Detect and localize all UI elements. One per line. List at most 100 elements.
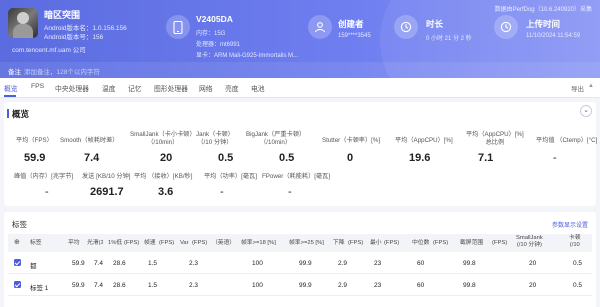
column-header[interactable]: (FPS) [348, 240, 363, 247]
table-header: ⊕ 标签 平均 光滑(ｽ 1%低 (FPS) 帧速 (FPS) Var (FPS… [8, 234, 592, 252]
tab-cpu[interactable]: 中央处理器 [55, 83, 89, 93]
metric-label: FPower（耗能耗）[毫瓦] [262, 173, 331, 180]
export-button[interactable]: 导出 [571, 83, 584, 93]
row-checkbox[interactable] [14, 259, 21, 266]
table-row[interactable]: 都 59.9 7.4 28.6 1.5 2.3 100 99.9 2.9 23 … [8, 252, 592, 274]
metric-tabs: 概览 FPS 中央处理器 温度 记忆 图形处理器 网络 亮度 电池 导出 ▲ [0, 78, 600, 98]
metric-label: 平均值 （Ctemp）[°C] [536, 137, 598, 144]
table-cell: 28.6 [113, 260, 126, 267]
column-header[interactable]: 卡顿 (/10 [569, 235, 581, 249]
table-cell: 99.9 [299, 282, 312, 289]
upload-title: 上传时间 [526, 19, 561, 29]
tab-brightness[interactable]: 亮度 [225, 83, 239, 93]
column-header[interactable]: 帧率>=18 [%] [241, 240, 276, 247]
column-header[interactable]: SmallJank (/10 分钟) [516, 235, 543, 249]
table-cell: 60 [417, 260, 425, 267]
column-header[interactable]: 最小 [370, 240, 382, 247]
table-cell: 59.9 [72, 260, 85, 267]
tab-temperature[interactable]: 温度 [102, 83, 116, 93]
column-header[interactable]: 1%低 [108, 240, 122, 247]
column-header[interactable]: (FPS) [492, 240, 507, 247]
app-package: com.tencent.mf.uam 公司 [12, 47, 86, 54]
tab-battery[interactable]: 电池 [251, 83, 265, 93]
chevron-up-icon[interactable]: ▲ [588, 83, 596, 92]
upload-value: 11/10/2024 11:54:59 [526, 33, 581, 39]
tags-title: 标签 [12, 220, 27, 229]
metric-label: 发送 [KB/10 分钟] [82, 173, 131, 180]
table-cell: 2.9 [338, 260, 348, 267]
table-cell: 0.5 [573, 260, 583, 267]
device-gpu: 显卡：ARM Mali-G925-Immortalis M... [196, 53, 299, 59]
table-cell: 20 [529, 260, 537, 267]
table-cell: 2.3 [189, 260, 199, 267]
app-icon [8, 8, 38, 38]
display-settings-link[interactable]: 参数显示设置 [552, 220, 588, 229]
metric-value: 0.5 [218, 152, 234, 164]
duration-value: 0 小时 21 分 2 秒 [426, 36, 472, 42]
user-icon [308, 15, 332, 39]
tab-memory[interactable]: 记忆 [128, 83, 142, 93]
table-cell: 100 [252, 282, 263, 289]
table-cell: 28.6 [113, 282, 126, 289]
tab-active-indicator [4, 95, 16, 97]
metric-label: 峰值（内存）[兆字节] [14, 173, 74, 180]
overview-card: 概览 ⌄ 平均（FPS） Smooth（帧耗时差） SmallJank（卡小卡顿… [4, 102, 598, 206]
column-header[interactable]: 帧率>=25 [%] [289, 240, 324, 247]
table-cell: 7.4 [94, 260, 104, 267]
table-row[interactable]: 标签 1 59.9 7.4 28.6 1.5 2.3 100 99.9 2.9 … [8, 274, 592, 296]
column-header[interactable]: 标签 [30, 240, 42, 247]
metric-value: 3.6 [158, 186, 174, 198]
tab-network[interactable]: 网络 [199, 83, 213, 93]
column-header[interactable]: (FPS) [159, 240, 174, 247]
column-header[interactable]: 截屏范围 [460, 240, 483, 247]
remark-input[interactable]: 添加备注，128个以内字符 [24, 66, 100, 76]
table-cell: 99.8 [463, 260, 476, 267]
metric-value: 0 [347, 152, 354, 164]
tab-fps[interactable]: FPS [31, 83, 44, 90]
column-header[interactable]: 平均 [68, 240, 80, 247]
perfdog-version-link[interactable]: 数据由PerfDog（10.6.240920）采集 [495, 4, 592, 13]
overview-title: 概览 [6, 109, 30, 119]
metric-value: 59.9 [24, 152, 46, 164]
table-cell: 59.9 [72, 282, 85, 289]
column-header[interactable]: 帧速 [144, 240, 156, 247]
column-header[interactable]: Var [180, 240, 189, 247]
metric-label: Jank（卡顿） （/10 分钟） [196, 131, 234, 146]
metric-value: 19.6 [409, 152, 431, 164]
metric-value: 7.1 [478, 152, 494, 164]
metric-label: 平均（功率）[毫瓦] [204, 173, 257, 180]
remark-label: 备注 [8, 69, 21, 76]
table-cell: 2.3 [189, 282, 199, 289]
column-header[interactable]: (FPS) [384, 240, 399, 247]
expand-icon[interactable]: ⊕ [14, 239, 20, 246]
table-cell: 2.9 [338, 282, 348, 289]
metric-label: SmallJank（卡小卡顿） （/10min） [130, 131, 196, 146]
app-info: 暗区突围 Android版本名：1.0.156.156 Android版本号：1… [8, 8, 158, 68]
metric-label: 平均（AppCPU）[%] 总比例 [466, 131, 524, 146]
metric-label: Stutter（卡顿率）[%] [322, 137, 381, 144]
row-label: 标签 1 [30, 285, 49, 292]
column-header[interactable]: 光滑(ｽ [87, 240, 103, 247]
column-header[interactable]: （英语） [212, 240, 235, 247]
metric-value: 0.5 [279, 152, 295, 164]
column-header[interactable]: 中位数 [412, 240, 429, 247]
column-header[interactable]: (FPS) [433, 240, 448, 247]
column-header[interactable]: (FPS) [192, 240, 207, 247]
table-cell: 60 [417, 282, 425, 289]
row-checkbox[interactable] [14, 281, 21, 288]
table-cell: 99.9 [299, 260, 312, 267]
collapse-toggle[interactable]: ⌄ [580, 105, 592, 117]
column-header[interactable]: 下降 [333, 240, 345, 247]
table-cell: 7.4 [94, 282, 104, 289]
tab-overview[interactable]: 概览 [4, 83, 18, 93]
upload-time-icon [494, 15, 518, 39]
column-header[interactable]: (FPS) [124, 240, 139, 247]
metric-label: 平均 （接收）[KB/秒] [134, 173, 193, 180]
app-version-code: Android版本号：156 [44, 34, 104, 41]
creator-title: 创建者 [338, 19, 364, 29]
table-cell: 99.8 [463, 282, 476, 289]
duration-title: 时长 [426, 19, 444, 29]
table-cell: 23 [374, 282, 382, 289]
metric-label: BigJank（严重卡顿） （/10min） [246, 131, 306, 146]
tab-gpu[interactable]: 图形处理器 [154, 83, 188, 93]
